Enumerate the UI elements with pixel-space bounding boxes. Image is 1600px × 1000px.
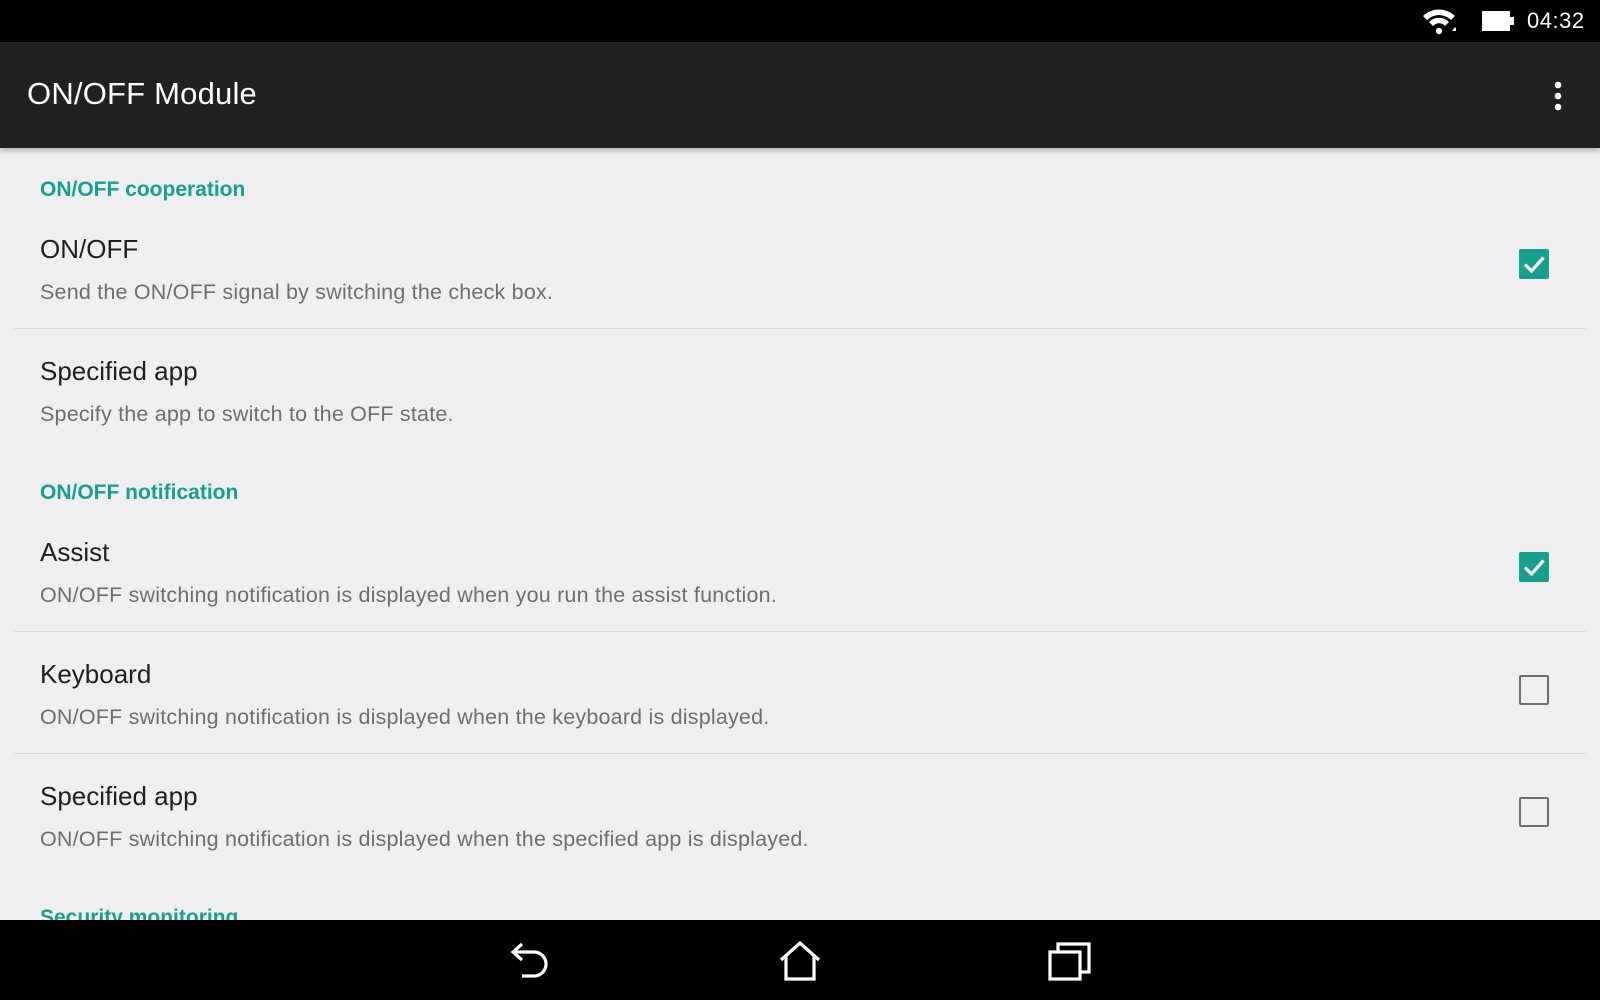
pref-title: Specified app [40, 356, 198, 386]
pref-title: Assist [40, 537, 110, 567]
check-icon [1523, 559, 1545, 577]
pref-title: Specified app [40, 781, 198, 811]
pref-item-specified-app-off[interactable]: Specified app Specify the app to switch … [0, 356, 1600, 476]
home-icon[interactable] [777, 940, 823, 982]
section-header-notification: ON/OFF notification [40, 481, 239, 504]
pref-title: Keyboard [40, 659, 152, 689]
assist-checkbox[interactable] [1519, 552, 1549, 582]
page-title: ON/OFF Module [27, 76, 257, 111]
pref-title: ON/OFF [40, 234, 139, 264]
wifi-icon [1423, 9, 1456, 35]
divider [14, 631, 1586, 632]
pref-summary: ON/OFF switching notification is display… [40, 705, 770, 729]
screen: 04:32 ON/OFF Module ON/OFF cooperation O… [0, 0, 1600, 1000]
pref-summary: Specify the app to switch to the OFF sta… [40, 402, 454, 426]
divider [14, 328, 1586, 329]
more-vert-icon[interactable] [1546, 80, 1570, 112]
pref-summary: ON/OFF switching notification is display… [40, 827, 809, 851]
battery-icon [1482, 11, 1514, 31]
preferences-list[interactable]: ON/OFF cooperation ON/OFF Send the ON/OF… [0, 148, 1600, 920]
divider [14, 753, 1586, 754]
keyboard-checkbox[interactable] [1519, 675, 1549, 705]
status-clock: 04:32 [1527, 8, 1585, 33]
section-header-cooperation: ON/OFF cooperation [40, 178, 246, 201]
back-icon[interactable] [508, 940, 554, 982]
on-off-checkbox[interactable] [1519, 249, 1549, 279]
pref-summary: Send the ON/OFF signal by switching the … [40, 280, 554, 304]
section-header-security-monitoring: Security monitoring [40, 906, 239, 920]
pref-summary: ON/OFF switching notification is display… [40, 583, 777, 607]
specified-app-checkbox[interactable] [1519, 797, 1549, 827]
check-icon [1523, 256, 1545, 274]
status-bar: 04:32 [0, 0, 1600, 42]
pref-item-on-off[interactable]: ON/OFF Send the ON/OFF signal by switchi… [0, 234, 1600, 354]
pref-item-assist[interactable]: Assist ON/OFF switching notification is … [0, 537, 1600, 657]
app-bar: ON/OFF Module [0, 42, 1600, 148]
recents-icon[interactable] [1047, 940, 1093, 982]
pref-item-keyboard[interactable]: Keyboard ON/OFF switching notification i… [0, 659, 1600, 779]
pref-item-specified-app-notification[interactable]: Specified app ON/OFF switching notificat… [0, 781, 1600, 901]
navigation-bar [0, 920, 1600, 1000]
